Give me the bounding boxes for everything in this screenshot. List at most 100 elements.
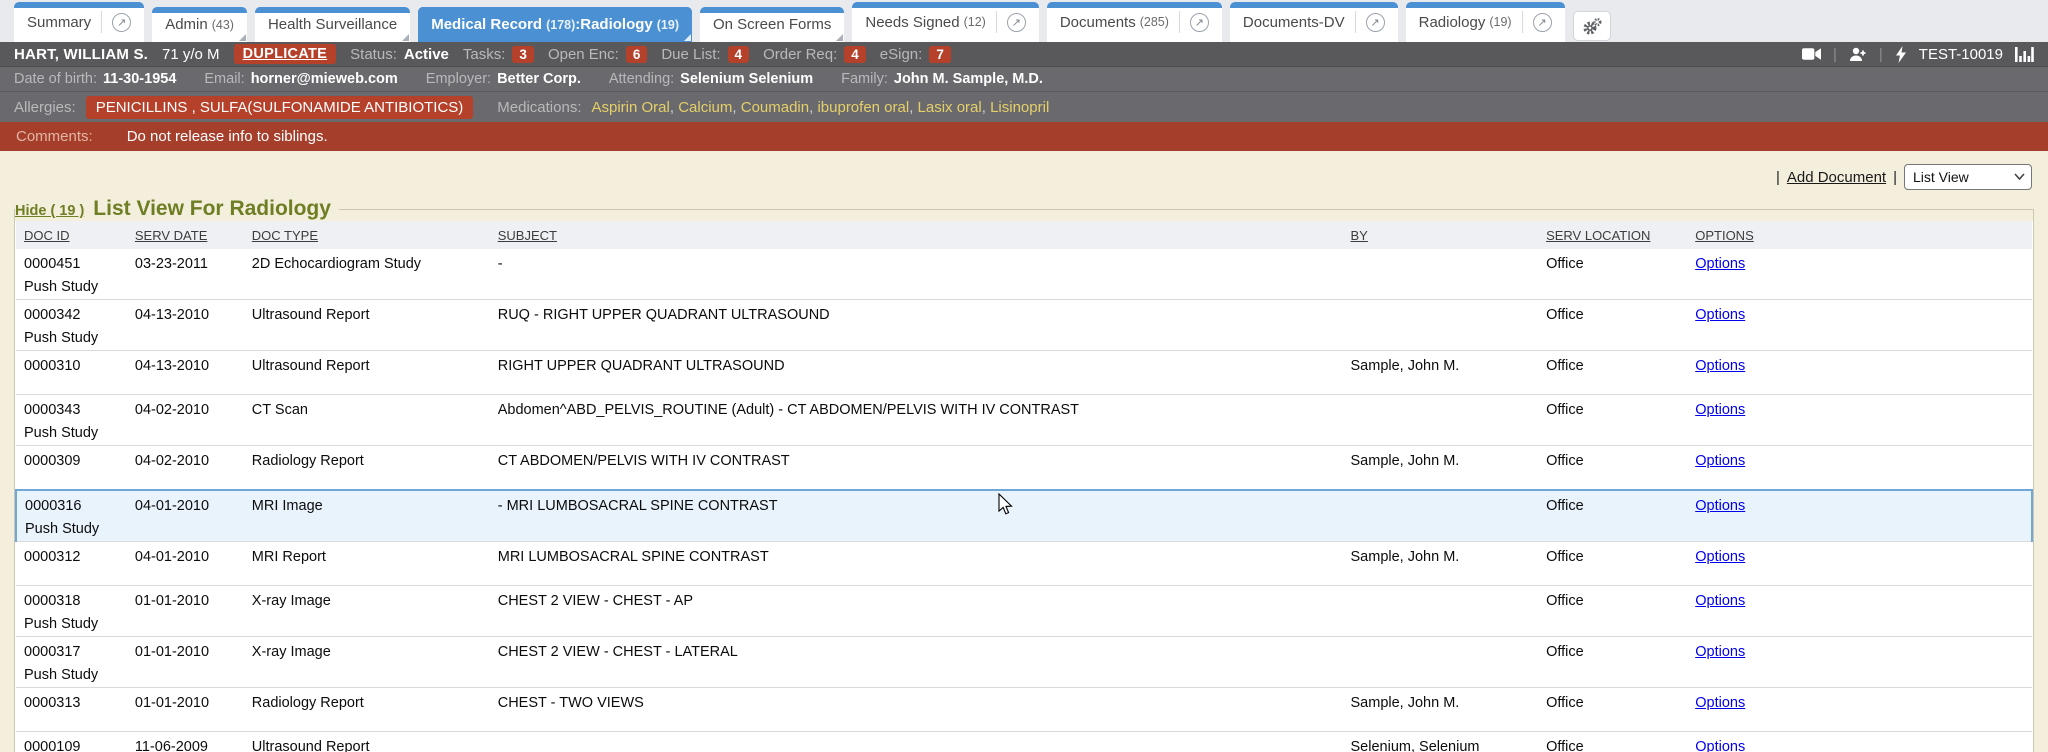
open-enc-stat: Open Enc: 6 — [548, 46, 647, 63]
tab-label: Admin — [165, 16, 208, 33]
options-link[interactable]: Options — [1695, 307, 1745, 323]
by-cell: Sample, John M. — [1343, 541, 1539, 585]
fold-corner-icon — [402, 34, 409, 41]
duplicate-badge[interactable]: DUPLICATE — [234, 44, 337, 64]
table-row[interactable]: 0000318Push Study 01-01-2010 X-ray Image… — [16, 585, 2032, 636]
serv-location-cell: Office — [1538, 585, 1687, 636]
popout-icon[interactable]: ↗ — [1366, 13, 1385, 32]
due-list-label: Due List: — [661, 46, 720, 63]
due-list-count-badge[interactable]: 4 — [728, 46, 750, 63]
column-header-by[interactable]: BY — [1343, 221, 1539, 249]
column-header-serv-location[interactable]: SERV LOCATION — [1538, 221, 1687, 249]
order-req-count-badge[interactable]: 4 — [844, 46, 866, 63]
serv-date-cell: 04-01-2010 — [127, 490, 244, 542]
options-link[interactable]: Options — [1695, 549, 1745, 565]
options-link[interactable]: Options — [1695, 402, 1745, 418]
radiology-document-table: DOC ID SERV DATE DOC TYPE SUBJECT BY SER… — [15, 221, 2033, 752]
options-link[interactable]: Options — [1695, 739, 1745, 752]
table-row[interactable]: 0000309 04-02-2010 Radiology Report CT A… — [16, 446, 2032, 490]
tab-on-screen-forms[interactable]: On Screen Forms — [700, 7, 844, 42]
options-cell: Options — [1687, 300, 2032, 351]
tab-health-surveillance[interactable]: Health Surveillance — [255, 7, 410, 42]
medication-link[interactable]: Aspirin Oral — [592, 99, 670, 116]
tasks-count-badge[interactable]: 3 — [512, 46, 534, 63]
options-link[interactable]: Options — [1695, 593, 1745, 609]
table-row[interactable]: 0000313 01-01-2010 Radiology Report CHES… — [16, 687, 2032, 731]
medication-link[interactable]: ibuprofen oral — [817, 99, 909, 116]
column-header-doc-type[interactable]: DOC TYPE — [244, 221, 490, 249]
medication-link[interactable]: Lisinopril — [990, 99, 1049, 116]
comments-bar: Comments: Do not release info to sibling… — [0, 122, 2048, 151]
popout-icon[interactable]: ↗ — [1190, 13, 1209, 32]
column-header-serv-date[interactable]: SERV DATE — [127, 221, 244, 249]
table-row[interactable]: 0000343Push Study 04-02-2010 CT Scan Abd… — [16, 395, 2032, 446]
tab-label: Documents-DV — [1243, 14, 1345, 31]
tab-label: On Screen Forms — [713, 16, 831, 33]
add-person-icon[interactable] — [1849, 47, 1867, 62]
tab-summary[interactable]: Summary ↗ — [14, 2, 144, 42]
table-row[interactable]: 0000310 04-13-2010 Ultrasound Report RIG… — [16, 351, 2032, 395]
serv-date-cell: 04-02-2010 — [127, 395, 244, 446]
lightning-bolt-icon[interactable] — [1895, 46, 1907, 63]
column-header-subject[interactable]: SUBJECT — [490, 221, 1343, 249]
medication-link[interactable]: Calcium — [678, 99, 732, 116]
options-link[interactable]: Options — [1695, 498, 1745, 514]
column-header-doc-id[interactable]: DOC ID — [16, 221, 127, 249]
tab-documents-dv[interactable]: Documents-DV ↗ — [1230, 2, 1398, 42]
popout-icon[interactable]: ↗ — [1007, 13, 1026, 32]
open-enc-count-badge[interactable]: 6 — [626, 46, 648, 63]
view-select[interactable]: List View — [1904, 164, 2032, 190]
tab-medical-record-radiology[interactable]: Medical Record (178) :Radiology (19) — [418, 7, 692, 42]
employer-field: Employer: Better Corp. — [426, 71, 581, 87]
doc-id-cell: 0000343Push Study — [16, 395, 127, 446]
options-cell: Options — [1687, 395, 2032, 446]
table-row[interactable]: 0000342Push Study 04-13-2010 Ultrasound … — [16, 300, 2032, 351]
divider: | — [1879, 46, 1883, 63]
tab-needs-signed[interactable]: Needs Signed (12) ↗ — [852, 2, 1038, 42]
subject-cell: MRI LUMBOSACRAL SPINE CONTRAST — [490, 541, 1343, 585]
popout-icon[interactable]: ↗ — [1533, 13, 1552, 32]
by-cell: Sample, John M. — [1343, 446, 1539, 490]
email-value[interactable]: horner@mieweb.com — [251, 71, 398, 87]
medication-link[interactable]: Lasix oral — [918, 99, 982, 116]
page-title: List View For Radiology — [93, 197, 331, 221]
serv-location-cell: Office — [1538, 446, 1687, 490]
doc-type-cell: 2D Echocardiogram Study — [244, 249, 490, 300]
status-label: Status: — [350, 46, 397, 63]
family-field: Family: John M. Sample, M.D. — [841, 71, 1043, 87]
email-label: Email: — [204, 71, 244, 87]
serv-date-cell: 01-01-2010 — [127, 636, 244, 687]
options-link[interactable]: Options — [1695, 358, 1745, 374]
options-cell: Options — [1687, 446, 2032, 490]
hide-link[interactable]: Hide ( 19 ) — [15, 203, 84, 219]
video-camera-icon[interactable] — [1802, 47, 1821, 61]
column-header-options[interactable]: OPTIONS — [1687, 221, 2032, 249]
tab-admin[interactable]: Admin (43) — [152, 7, 247, 42]
allergies-medications-bar: Allergies: PENICILLINS , SULFA(SULFONAMI… — [0, 92, 2048, 122]
table-row[interactable]: 0000451Push Study 03-23-2011 2D Echocard… — [16, 249, 2032, 300]
options-link[interactable]: Options — [1695, 453, 1745, 469]
esign-count-badge[interactable]: 7 — [929, 46, 951, 63]
add-document-link[interactable]: Add Document — [1787, 169, 1886, 186]
table-row[interactable]: 0000317Push Study 01-01-2010 X-ray Image… — [16, 636, 2032, 687]
table-row[interactable]: 0000109 11-06-2009 Ultrasound Report Sel… — [16, 731, 2032, 752]
attending-value: Selenium Selenium — [680, 71, 813, 87]
allergies-badge[interactable]: PENICILLINS , SULFA(SULFONAMIDE ANTIBIOT… — [86, 96, 474, 119]
medication-link[interactable]: Coumadin — [741, 99, 809, 116]
doc-id-cell: 0000109 — [16, 731, 127, 752]
tab-divider — [1179, 11, 1180, 33]
options-link[interactable]: Options — [1695, 695, 1745, 711]
doc-id-cell: 0000316Push Study — [16, 490, 127, 542]
tab-radiology[interactable]: Radiology (19) ↗ — [1406, 2, 1565, 42]
settings-gear-button[interactable] — [1573, 11, 1611, 41]
doc-type-cell: X-ray Image — [244, 585, 490, 636]
tab-documents[interactable]: Documents (285) ↗ — [1047, 2, 1222, 42]
table-row[interactable]: 0000312 04-01-2010 MRI Report MRI LUMBOS… — [16, 541, 2032, 585]
flowsheet-chart-icon[interactable] — [2015, 47, 2034, 62]
fold-corner-icon — [239, 34, 246, 41]
options-link[interactable]: Options — [1695, 644, 1745, 660]
tab-label: Health Surveillance — [268, 16, 397, 33]
popout-icon[interactable]: ↗ — [112, 13, 131, 32]
options-link[interactable]: Options — [1695, 256, 1745, 272]
table-row-selected[interactable]: 0000316Push Study 04-01-2010 MRI Image -… — [16, 490, 2032, 542]
